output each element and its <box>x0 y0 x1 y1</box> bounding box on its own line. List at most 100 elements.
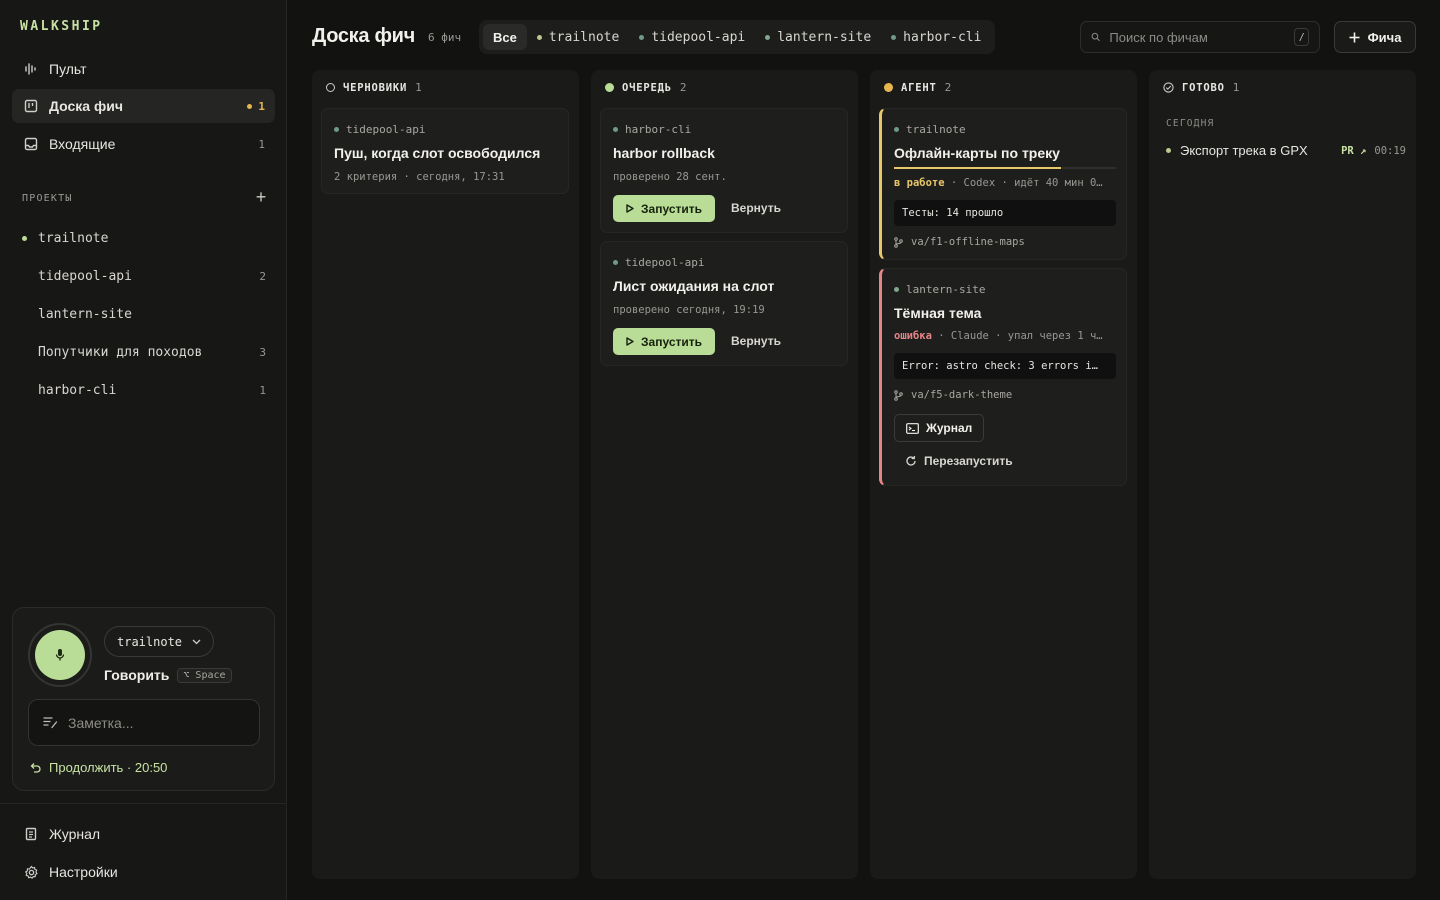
done-item[interactable]: Экспорт трека в GPX PR ↗ 00:19 <box>1166 143 1406 158</box>
undo-arrow-icon <box>30 762 41 773</box>
brand-logo: WALKSHIP <box>20 19 103 34</box>
column-title: ГОТОВО <box>1182 81 1225 94</box>
filter-all[interactable]: Все <box>483 24 527 50</box>
open-log-button[interactable]: Журнал <box>894 414 985 442</box>
project-dot <box>334 127 339 132</box>
search-icon <box>1091 32 1100 42</box>
branch-info: va/f1-offline-maps <box>894 236 1025 248</box>
branch-name: va/f5-dark-theme <box>911 389 1013 401</box>
project-dot <box>894 287 899 292</box>
board-main: Доска фич 6 фич Все trailnote tidepool-a… <box>287 0 1440 900</box>
pull-request-link[interactable]: PR ↗ <box>1341 145 1366 157</box>
card-project: harbor-cli <box>613 123 691 136</box>
play-icon <box>626 204 634 213</box>
column-count: 2 <box>944 81 952 94</box>
agent-card-error[interactable]: lantern-site Тёмная тема ошибка · Claude… <box>879 268 1127 486</box>
return-button[interactable]: Вернуть <box>731 334 781 348</box>
shortcut-badge: ⌥ Space <box>177 667 232 683</box>
empty-circle-icon <box>326 83 335 92</box>
card-project: tidepool-api <box>613 256 704 269</box>
feature-card[interactable]: harbor-cli harbor rollback проверено 28 … <box>600 108 848 233</box>
refresh-icon <box>906 455 916 466</box>
speak-button[interactable]: Говорить <box>104 667 169 683</box>
search-input[interactable] <box>1109 29 1286 45</box>
project-item-tidepool-api[interactable]: tidepool-api 2 <box>22 261 270 291</box>
card-project-name: lantern-site <box>906 283 986 296</box>
done-section-title: СЕГОДНЯ <box>1166 118 1215 129</box>
filter-lantern-site[interactable]: lantern-site <box>755 24 881 50</box>
card-title: Пуш, когда слот освободился <box>334 145 541 161</box>
column-header: АГЕНТ 2 <box>884 81 951 94</box>
inbox-icon <box>23 136 39 152</box>
project-item-lantern-site[interactable]: lantern-site <box>22 299 270 329</box>
agent-dot-icon <box>884 83 893 92</box>
plus-icon <box>1349 32 1360 42</box>
column-done: ГОТОВО 1 СЕГОДНЯ Экспорт трека в GPX PR … <box>1149 70 1416 879</box>
nav-label: Пульт <box>49 61 87 77</box>
filter-harbor-cli[interactable]: harbor-cli <box>881 24 991 50</box>
nav-item-inbox[interactable]: Входящие 1 <box>12 127 275 161</box>
run-label: Запустить <box>641 201 702 216</box>
page-title: Доска фич <box>312 25 415 47</box>
column-title: ОЧЕРЕДЬ <box>622 81 672 94</box>
nav-label: Журнал <box>49 826 101 842</box>
nav-label: Доска фич <box>49 98 123 114</box>
continue-session-link[interactable]: Продолжить · 20:50 <box>29 760 167 775</box>
card-project: tidepool-api <box>334 123 425 136</box>
card-title: harbor rollback <box>613 145 715 161</box>
column-count: 1 <box>415 81 422 94</box>
card-project-name: tidepool-api <box>625 256 705 269</box>
mic-button[interactable] <box>35 630 85 680</box>
project-name: trailnote <box>38 230 109 246</box>
project-item-trailnote[interactable]: trailnote <box>22 223 270 253</box>
run-button[interactable]: Запустить <box>613 195 715 222</box>
progress-fill <box>894 167 1061 169</box>
filter-label: lantern-site <box>777 29 872 45</box>
column-header: ЧЕРНОВИКИ 1 <box>326 81 422 94</box>
filter-trailnote[interactable]: trailnote <box>527 24 629 50</box>
microphone-icon <box>55 649 65 661</box>
nav-item-journal[interactable]: Журнал <box>12 817 275 851</box>
project-dot <box>894 127 899 132</box>
branch-icon <box>894 236 903 248</box>
add-project-button[interactable]: + <box>253 188 269 206</box>
new-feature-label: Фича <box>1367 29 1402 45</box>
restart-button[interactable]: Перезапустить <box>905 454 1013 468</box>
nav-item-board[interactable]: Доска фич 1 <box>12 89 275 123</box>
project-item-harbor-cli[interactable]: harbor-cli 1 <box>22 375 270 405</box>
divider <box>0 803 287 804</box>
feature-card[interactable]: tidepool-api Лист ожидания на слот прове… <box>600 241 848 366</box>
agent-card-running[interactable]: trailnote Офлайн-карты по треку в работе… <box>879 108 1127 260</box>
voice-project-select[interactable]: trailnote <box>104 626 215 657</box>
nav-label: Настройки <box>49 864 118 880</box>
note-field[interactable] <box>28 699 260 746</box>
note-input[interactable] <box>68 714 238 731</box>
continue-label: Продолжить · 20:50 <box>49 760 168 775</box>
project-count: 3 <box>259 345 266 359</box>
project-dot <box>613 260 618 265</box>
branch-info: va/f5-dark-theme <box>894 389 1012 401</box>
filter-label: harbor-cli <box>903 29 982 45</box>
run-button[interactable]: Запустить <box>613 328 715 355</box>
board-icon <box>23 98 39 114</box>
feature-card[interactable]: tidepool-api Пуш, когда слот освободился… <box>321 108 569 194</box>
check-circle-icon <box>1163 82 1174 93</box>
active-project-dot <box>22 235 27 241</box>
filter-label: tidepool-api <box>651 29 746 45</box>
project-item-poputchiki[interactable]: Попутчики для походов 3 <box>22 337 270 367</box>
card-title: Лист ожидания на слот <box>613 278 775 294</box>
project-count: 2 <box>259 269 266 283</box>
progress-bar <box>894 167 1116 169</box>
feature-count: 6 фич <box>428 31 462 44</box>
filter-tidepool-api[interactable]: tidepool-api <box>629 24 755 50</box>
project-name: harbor-cli <box>38 382 117 398</box>
open-log-label: Журнал <box>926 421 973 435</box>
nav-item-settings[interactable]: Настройки <box>12 855 275 889</box>
selected-project: trailnote <box>117 634 183 649</box>
nav-item-dashboard[interactable]: Пульт <box>12 52 275 86</box>
project-dot <box>1166 148 1171 153</box>
new-feature-button[interactable]: Фича <box>1334 21 1416 53</box>
search-box[interactable]: / <box>1080 21 1320 53</box>
return-button[interactable]: Вернуть <box>731 201 781 215</box>
project-dot <box>536 34 542 40</box>
